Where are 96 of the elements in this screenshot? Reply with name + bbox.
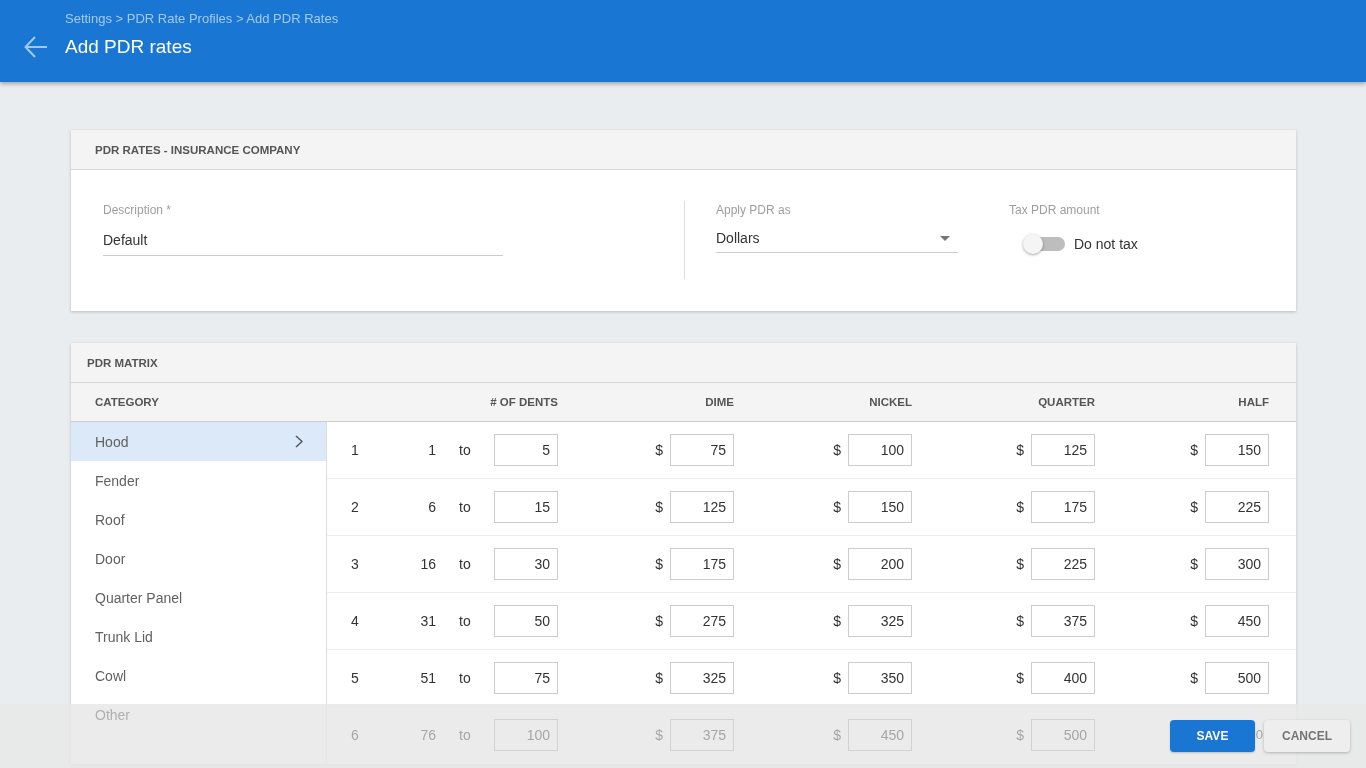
row-number: 4 [351, 613, 360, 629]
category-item[interactable]: Cowl [71, 656, 326, 695]
category-item[interactable]: Fender [71, 461, 326, 500]
row-number: 2 [351, 499, 360, 515]
currency-symbol: $ [655, 442, 663, 458]
card-title: PDR MATRIX [87, 356, 158, 369]
column-heading: QUARTER [1037, 396, 1095, 408]
price-field[interactable]: 275 [670, 605, 734, 637]
category-item[interactable]: Quarter Panel [71, 578, 326, 617]
category-item[interactable]: Roof [71, 500, 326, 539]
price-field[interactable]: 125 [1031, 434, 1095, 466]
price-field[interactable]: 75 [670, 434, 734, 466]
tax-label: Tax PDR amount [1009, 203, 1101, 217]
price-field[interactable]: 175 [670, 548, 734, 580]
range-end-field[interactable]: 5 [494, 434, 558, 466]
action-button[interactable]: SAVE [1170, 720, 1255, 752]
price-field[interactable]: 450 [1205, 605, 1269, 637]
price-field[interactable]: 325 [848, 605, 912, 637]
currency-symbol: $ [833, 499, 841, 515]
currency-symbol: $ [655, 670, 663, 686]
price-field[interactable]: 150 [1205, 434, 1269, 466]
apply-pdr-select[interactable]: Dollars [716, 224, 958, 253]
currency-symbol: $ [833, 442, 841, 458]
price-field[interactable]: 375 [1031, 605, 1095, 637]
currency-symbol: $ [655, 727, 663, 743]
currency-symbol: $ [1190, 613, 1198, 629]
currency-symbol: $ [655, 499, 663, 515]
row-number: 3 [351, 556, 360, 572]
currency-symbol: $ [1016, 442, 1024, 458]
currency-symbol: $ [1016, 499, 1024, 515]
currency-symbol: $ [1190, 670, 1198, 686]
to-label: to [458, 727, 472, 743]
chevron-right-icon [295, 435, 303, 448]
price-field[interactable]: 150 [848, 491, 912, 523]
tax-toggle[interactable] [1022, 233, 1066, 255]
to-label: to [458, 670, 472, 686]
price-field[interactable]: 500 [1205, 662, 1269, 694]
column-heading: CATEGORY [95, 396, 159, 408]
apply-pdr-label: Apply PDR as [716, 203, 792, 217]
price-field[interactable]: 225 [1031, 548, 1095, 580]
description-label: Description * [103, 203, 173, 217]
range-end-field[interactable]: 50 [494, 605, 558, 637]
currency-symbol: $ [1190, 556, 1198, 572]
row-number: 6 [351, 727, 360, 743]
caret-icon [940, 235, 950, 241]
range-start: 6 [427, 499, 436, 515]
column-heading: DIME [704, 396, 734, 408]
currency-symbol: $ [1016, 556, 1024, 572]
price-field[interactable]: 100 [848, 434, 912, 466]
currency-symbol: $ [1016, 727, 1024, 743]
description-field[interactable]: Default [103, 224, 503, 256]
to-label: to [458, 442, 472, 458]
price-field[interactable]: 350 [848, 662, 912, 694]
currency-symbol: $ [833, 556, 841, 572]
row-number: 1 [351, 442, 360, 458]
currency-symbol: $ [1016, 613, 1024, 629]
currency-symbol: $ [833, 727, 841, 743]
price-field[interactable]: 225 [1205, 491, 1269, 523]
card-title: PDR RATES - INSURANCE COMPANY [95, 143, 301, 156]
price-field[interactable]: 325 [670, 662, 734, 694]
currency-symbol: $ [833, 670, 841, 686]
currency-symbol: $ [1016, 670, 1024, 686]
price-field[interactable]: 300 [1205, 548, 1269, 580]
price-field[interactable]: 175 [1031, 491, 1095, 523]
category-item[interactable]: Hood [71, 422, 326, 461]
range-end-field[interactable]: 30 [494, 548, 558, 580]
to-label: to [458, 499, 472, 515]
price-field[interactable]: 125 [670, 491, 734, 523]
price-field[interactable]: 200 [848, 548, 912, 580]
back-arrow-icon[interactable] [24, 36, 48, 58]
range-start: 16 [419, 556, 436, 572]
currency-symbol: $ [655, 613, 663, 629]
column-heading: NICKEL [868, 396, 912, 408]
currency-symbol: $ [1190, 499, 1198, 515]
to-label: to [458, 613, 472, 629]
to-label: to [458, 556, 472, 572]
category-item[interactable]: Door [71, 539, 326, 578]
price-value-fragment: 0 [1255, 727, 1263, 743]
range-start: 76 [419, 727, 436, 743]
page-title: Add PDR rates [65, 35, 193, 59]
column-heading: # OF DENTS [489, 396, 558, 408]
range-end-field[interactable]: 75 [494, 662, 558, 694]
currency-symbol: $ [655, 556, 663, 572]
currency-symbol: $ [833, 613, 841, 629]
range-end-field[interactable]: 15 [494, 491, 558, 523]
range-start: 31 [419, 613, 436, 629]
toggle-label: Do not tax [1074, 236, 1138, 252]
row-number: 5 [351, 670, 360, 686]
breadcrumb: Settings > PDR Rate Profiles > Add PDR Rates [65, 11, 339, 27]
currency-symbol: $ [1190, 442, 1198, 458]
range-start: 51 [419, 670, 436, 686]
range-start: 1 [427, 442, 436, 458]
category-item[interactable]: Trunk Lid [71, 617, 326, 656]
column-heading: HALF [1237, 396, 1269, 408]
action-button[interactable]: CANCEL [1264, 720, 1350, 752]
price-field[interactable]: 400 [1031, 662, 1095, 694]
